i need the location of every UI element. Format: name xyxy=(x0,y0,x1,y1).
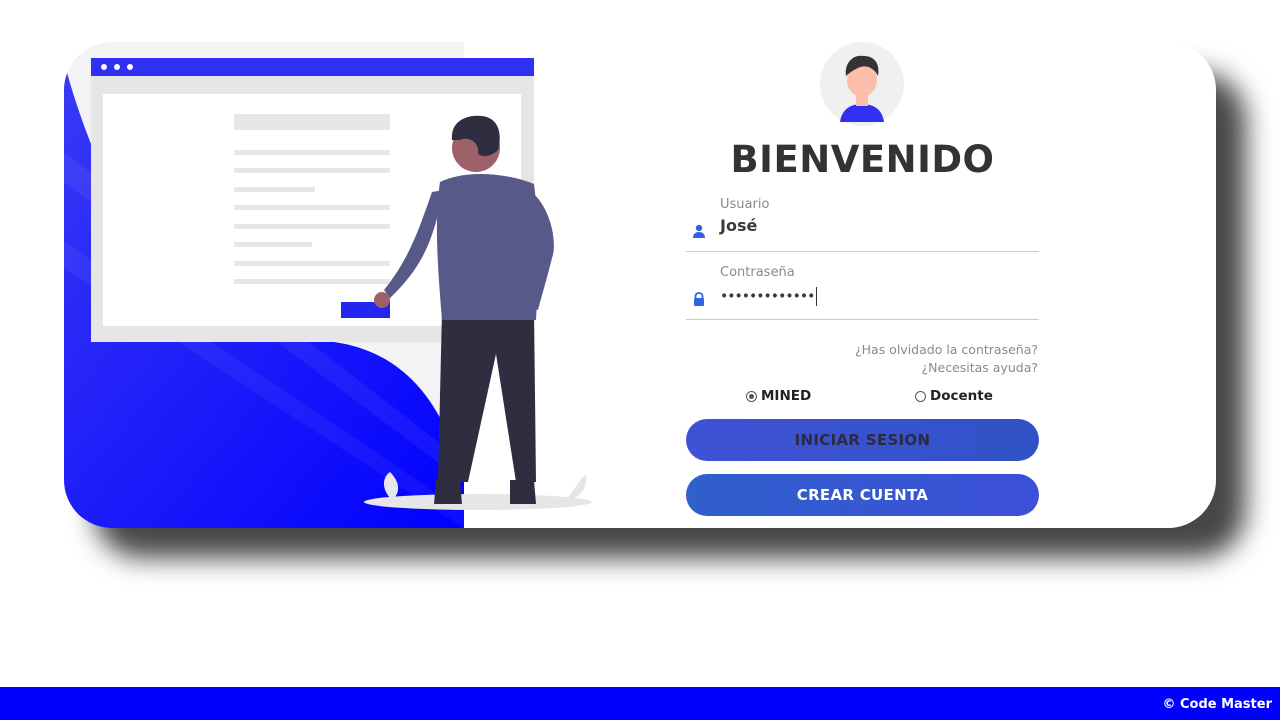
lock-icon xyxy=(694,292,704,306)
user-avatar xyxy=(820,42,904,126)
role-option-docente[interactable]: Docente xyxy=(915,388,993,404)
create-account-button[interactable]: CREAR CUENTA xyxy=(686,474,1039,516)
role-label-mined: MINED xyxy=(761,388,812,404)
username-field[interactable]: Usuario José xyxy=(686,194,1039,252)
need-help-link[interactable]: ¿Necesitas ayuda? xyxy=(922,360,1038,375)
password-mask: ••••••••••••• xyxy=(720,288,815,305)
forgot-password-link[interactable]: ¿Has olvidado la contraseña? xyxy=(855,342,1038,357)
password-input[interactable]: ••••••••••••• xyxy=(720,287,818,306)
login-card: BIENVENIDO Usuario José Contraseña •••••… xyxy=(64,42,1216,528)
username-label: Usuario xyxy=(720,197,770,212)
illustration-panel xyxy=(64,42,664,528)
footer-copyright: © Code Master xyxy=(1162,697,1272,712)
radio-button-docente[interactable] xyxy=(915,390,926,402)
username-input[interactable]: José xyxy=(720,216,757,235)
role-option-mined[interactable]: MINED xyxy=(746,388,811,404)
login-button[interactable]: INICIAR SESION xyxy=(686,419,1039,461)
radio-button-mined[interactable] xyxy=(746,390,757,402)
role-label-docente: Docente xyxy=(930,388,993,404)
user-icon xyxy=(693,224,705,238)
presentation-illustration xyxy=(64,42,592,528)
password-label: Contraseña xyxy=(720,265,795,280)
password-field[interactable]: Contraseña ••••••••••••• xyxy=(686,262,1039,320)
text-caret xyxy=(816,287,818,306)
page-title: BIENVENIDO xyxy=(730,138,995,181)
footer-bar: © Code Master xyxy=(0,687,1280,720)
